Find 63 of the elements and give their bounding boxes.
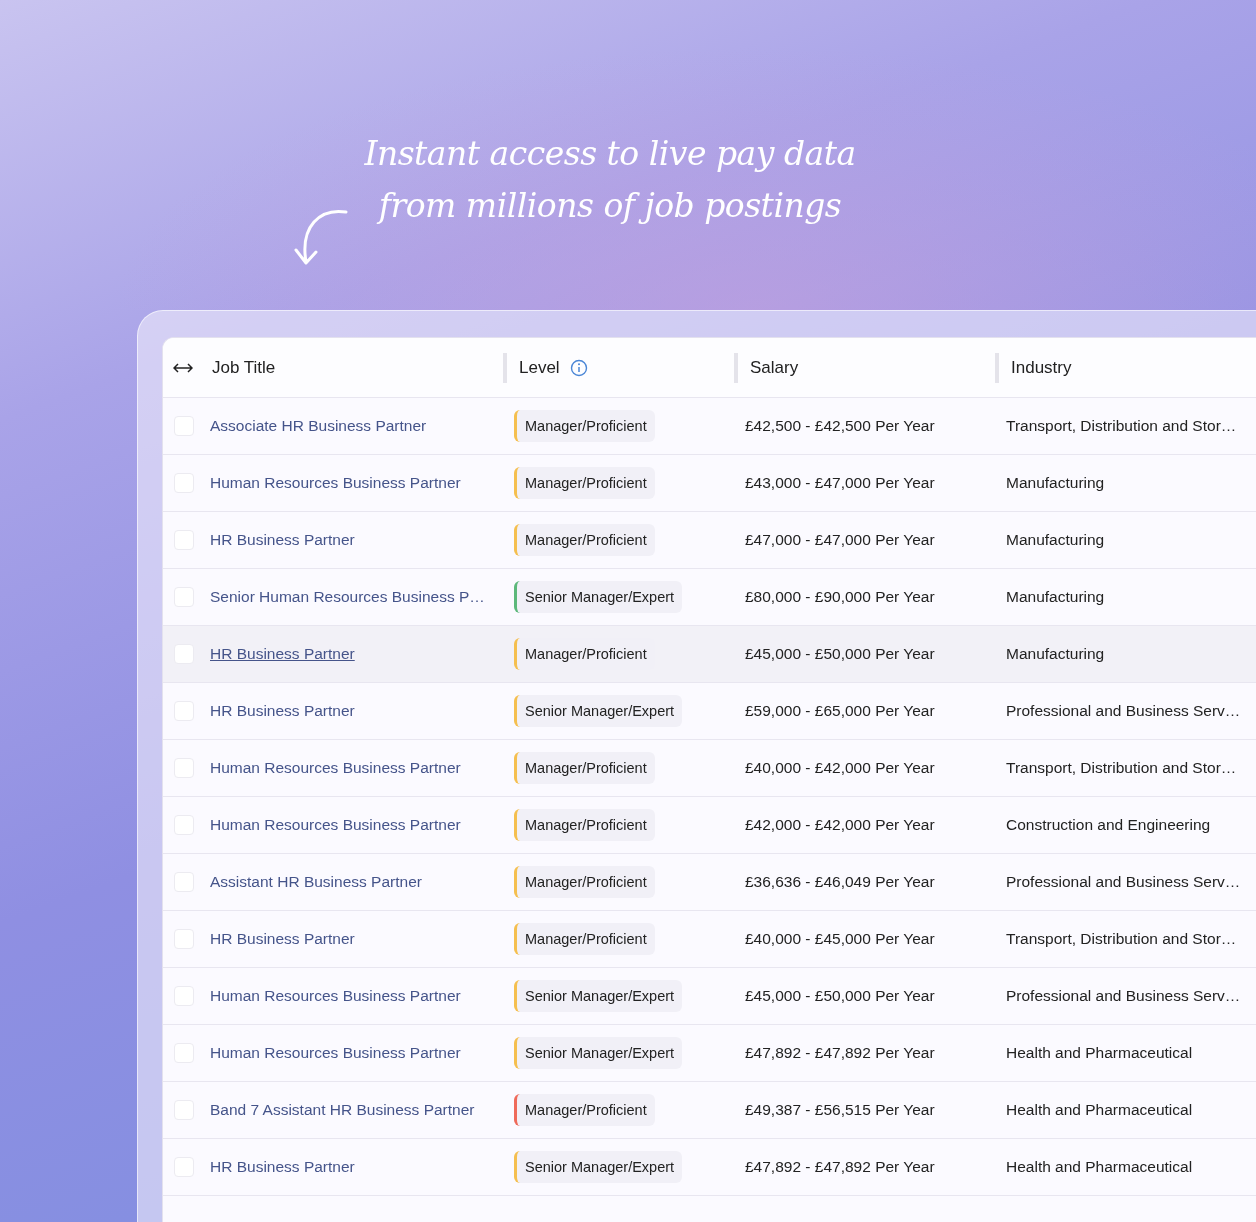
job-title-link[interactable]: HR Business Partner (203, 645, 355, 662)
info-icon[interactable] (569, 358, 588, 377)
level-tag: Manager/Proficient (514, 524, 655, 556)
resize-arrows-icon[interactable] (173, 362, 193, 373)
level-tag: Senior Manager/Expert (514, 581, 683, 613)
salary-cell-text: £36,636 - £46,049 Per Year (744, 873, 936, 891)
job-title-link[interactable]: Associate HR Business Partner (203, 417, 427, 434)
job-title-link[interactable]: Band 7 Assistant HR Business Partner (203, 1101, 475, 1118)
salary-cell-text: £47,892 - £47,892 Per Year (744, 1044, 936, 1062)
industry-cell-text: Transport, Distribution and Stor… (1005, 759, 1238, 777)
industry-cell-text: Construction and Engineering (1005, 816, 1212, 834)
industry-cell-text: Manufacturing (1005, 588, 1106, 606)
job-title-link[interactable]: HR Business Partner (203, 1158, 355, 1175)
job-title-link[interactable]: Human Resources Business Partner (203, 474, 461, 491)
level-tag: Manager/Proficient (514, 1094, 655, 1126)
industry-cell-text: Health and Pharmaceutical (1005, 1158, 1194, 1176)
table-row[interactable]: HR Business Partner Manager/Proficient £45,000 - £50,000 Per Year Manufacturing (163, 626, 1256, 683)
job-title-link[interactable]: Human Resources Business Partner (203, 816, 461, 833)
level-tag: Manager/Proficient (514, 923, 655, 955)
level-tag: Senior Manager/Expert (514, 980, 683, 1012)
industry-cell-text: Manufacturing (1005, 474, 1106, 492)
job-title-link[interactable]: HR Business Partner (203, 702, 355, 719)
column-header[interactable]: Salary (750, 357, 799, 378)
salary-cell-text: £40,000 - £42,000 Per Year (744, 759, 936, 777)
industry-cell-text: Manufacturing (1005, 645, 1106, 663)
handwritten-caption: Instant access to live pay data from millions of job postings (364, 133, 856, 227)
industry-cell-text: Health and Pharmaceutical (1005, 1101, 1194, 1119)
industry-cell-text: Transport, Distribution and Stor… (1005, 930, 1238, 948)
job-title-link[interactable]: Assistant HR Business Partner (203, 873, 422, 890)
job-title-link[interactable]: Human Resources Business Partner (203, 987, 461, 1004)
industry-cell-text: Transport, Distribution and Stor… (1005, 417, 1238, 435)
salary-cell-text: £40,000 - £45,000 Per Year (744, 930, 936, 948)
salary-cell-text: £80,000 - £90,000 Per Year (744, 588, 936, 606)
industry-cell-text: Professional and Business Serv… (1005, 987, 1242, 1005)
column-header[interactable]: Level (519, 357, 560, 378)
salary-cell-text: £42,000 - £42,000 Per Year (744, 816, 936, 834)
job-title-link[interactable]: HR Business Partner (203, 930, 355, 947)
salary-cell-text: £49,387 - £56,515 Per Year (744, 1101, 936, 1119)
job-title-link[interactable]: HR Business Partner (203, 531, 355, 548)
industry-cell-text: Professional and Business Serv… (1005, 873, 1242, 891)
salary-cell-text: £45,000 - £50,000 Per Year (744, 645, 936, 663)
industry-cell-text: Manufacturing (1005, 531, 1106, 549)
salary-cell-text: £42,500 - £42,500 Per Year (744, 417, 936, 435)
salary-cell-text: £59,000 - £65,000 Per Year (744, 702, 936, 720)
level-tag: Senior Manager/Expert (514, 1037, 683, 1069)
level-tag: Manager/Proficient (514, 752, 655, 784)
industry-cell-text: Health and Pharmaceutical (1005, 1044, 1194, 1062)
level-tag: Senior Manager/Expert (514, 1151, 683, 1183)
job-title-link[interactable]: Human Resources Business Partner (203, 1044, 461, 1061)
industry-cell-text: Professional and Business Serv… (1005, 702, 1242, 720)
level-tag: Senior Manager/Expert (514, 695, 683, 727)
job-title-link[interactable]: Human Resources Business Partner (203, 759, 461, 776)
salary-cell-text: £43,000 - £47,000 Per Year (744, 474, 936, 492)
column-header[interactable]: Job Title (212, 357, 276, 378)
level-tag: Manager/Proficient (514, 467, 655, 499)
salary-cell-text: £47,000 - £47,000 Per Year (744, 531, 936, 549)
level-tag: Manager/Proficient (514, 410, 655, 442)
column-header[interactable]: Industry (1011, 357, 1072, 378)
level-tag: Manager/Proficient (514, 809, 655, 841)
salary-cell-text: £47,892 - £47,892 Per Year (744, 1158, 936, 1176)
level-tag: Manager/Proficient (514, 866, 655, 898)
job-title-link[interactable]: Senior Human Resources Business P… (203, 588, 485, 605)
salary-cell-text: £45,000 - £50,000 Per Year (744, 987, 936, 1005)
